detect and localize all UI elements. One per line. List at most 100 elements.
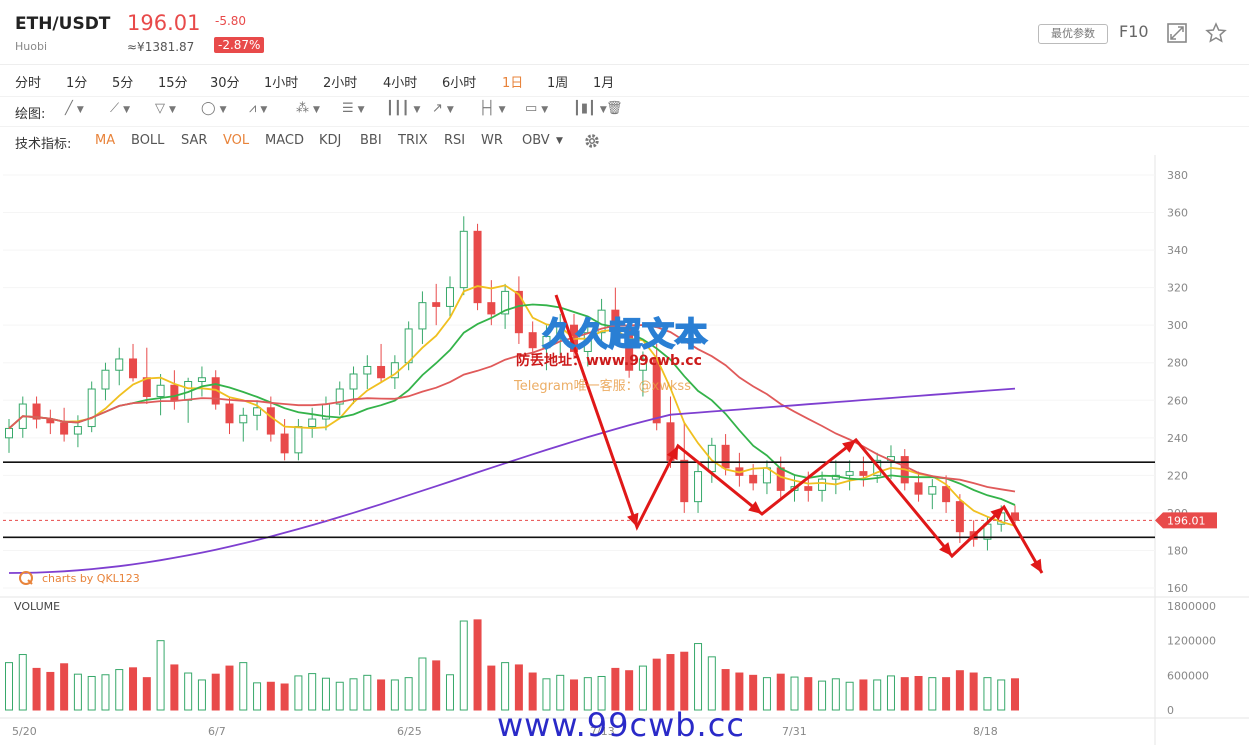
candle-body [73, 426, 82, 435]
volume-bar [900, 677, 909, 711]
candle-body [253, 407, 262, 416]
comment-tool-icon[interactable]: ▭ ▼ [525, 101, 555, 121]
f10-button[interactable]: F10 [1119, 22, 1149, 41]
indicator-trix[interactable]: TRIX [398, 133, 428, 148]
header-bar: ETH/USDT Huobi 196.01 ≈¥1381.87 -5.80 -2… [0, 0, 1249, 65]
volume-bar [253, 682, 262, 711]
indicator-boll[interactable]: BOLL [131, 133, 164, 148]
volume-bar [87, 675, 96, 711]
pair-title[interactable]: ETH/USDT [15, 14, 110, 34]
period-1[interactable]: 1分 [66, 72, 87, 91]
period-3[interactable]: 15分 [158, 72, 188, 91]
volume-bar [721, 669, 730, 711]
candle-body [294, 426, 303, 454]
period-2[interactable]: 5分 [112, 72, 133, 91]
volume-bar [156, 640, 165, 711]
volume-bar [514, 664, 523, 711]
volume-bar [625, 670, 634, 711]
period-11[interactable]: 1月 [593, 72, 614, 91]
candle-body [694, 471, 703, 503]
candle-body [349, 373, 358, 390]
period-10[interactable]: 1周 [547, 72, 568, 91]
trash-icon[interactable]: 🗑 [606, 101, 636, 121]
indicator-rsi[interactable]: RSI [444, 133, 465, 148]
volume-bar [170, 664, 179, 711]
star-icon[interactable] [1205, 22, 1227, 44]
candle-body [101, 369, 110, 390]
fib-tool-icon[interactable]: ☰ ▼ [342, 101, 372, 121]
expand-icon[interactable] [1166, 22, 1188, 44]
volume-bar [308, 673, 317, 711]
period-7[interactable]: 4小时 [383, 72, 417, 91]
ray-tool-icon[interactable]: ⟋ ▼ [110, 101, 140, 121]
candle-body [115, 358, 124, 371]
candle-body [680, 459, 689, 503]
volume-bar [390, 679, 399, 711]
volume-bar [652, 658, 661, 711]
candle-body [804, 486, 813, 491]
node-tool-icon[interactable]: ⁂ ▼ [296, 101, 326, 121]
price-change-pct: -2.87% [214, 37, 265, 53]
price-tick-label: 260 [1167, 394, 1188, 407]
period-4[interactable]: 30分 [210, 72, 240, 91]
candle-body [142, 377, 151, 398]
volume-bar [501, 662, 510, 711]
volume-bar [46, 671, 55, 711]
indicator-kdj[interactable]: KDJ [319, 133, 341, 148]
kline-chart[interactable]: 3803603403203002802602402202001801601800… [0, 155, 1249, 750]
volume-bar [101, 674, 110, 711]
volume-bar [680, 651, 689, 711]
volume-bar [762, 677, 771, 711]
volume-tick-label: 0 [1167, 704, 1174, 717]
volume-bar [528, 672, 537, 711]
volume-bar [225, 665, 234, 711]
indicator-ma[interactable]: MA [95, 133, 115, 148]
period-8[interactable]: 6小时 [442, 72, 476, 91]
price-tick-label: 340 [1167, 244, 1188, 257]
period-5[interactable]: 1小时 [264, 72, 298, 91]
last-price: 196.01 [127, 11, 201, 35]
channel-tool-icon[interactable]: ┃┃┃ ▼ [386, 101, 420, 121]
candle-body [156, 384, 165, 398]
volume-bar [818, 680, 827, 711]
candle-body [363, 365, 372, 375]
volume-bar [266, 681, 275, 711]
candle-body [459, 230, 468, 289]
shape-tool-icon[interactable]: ◯ ▼ [201, 101, 231, 121]
indicator-bbi[interactable]: BBI [360, 133, 382, 148]
indicator-macd[interactable]: MACD [265, 133, 304, 148]
volume-bar [115, 669, 124, 711]
angle-tool-icon[interactable]: ▽ ▼ [155, 101, 185, 121]
measure-tool-icon[interactable]: ├┤ ▼ [479, 101, 509, 121]
arrow-tool-icon[interactable]: ↗ ▼ [432, 101, 462, 121]
best-params-button[interactable]: 最优参数 [1038, 24, 1108, 44]
indicator-wr[interactable]: WR [481, 133, 503, 148]
exchange-name: Huobi [15, 40, 48, 53]
indicator-more-caret-icon[interactable]: ▼ [556, 136, 563, 146]
candle-tool-icon[interactable]: ┃▮┃ ▼ [573, 101, 607, 121]
candle-body [859, 471, 868, 476]
candle-body [928, 486, 937, 495]
date-tick-label: 6/7 [208, 725, 226, 738]
period-0[interactable]: 分时 [15, 72, 41, 91]
indicator-vol[interactable]: VOL [223, 133, 249, 148]
candle-body [197, 377, 206, 382]
period-6[interactable]: 2小时 [323, 72, 357, 91]
gear-icon[interactable] [583, 132, 601, 150]
pattern-tool-icon[interactable]: ⩘ ▼ [249, 101, 279, 121]
indicator-obv[interactable]: OBV [522, 133, 550, 148]
volume-bar [707, 656, 716, 711]
line-tool-icon[interactable]: ╱ ▼ [65, 101, 95, 121]
volume-bar [735, 672, 744, 711]
period-9[interactable]: 1日 [502, 72, 523, 91]
candle-body [280, 433, 289, 454]
volume-bar [459, 620, 468, 711]
volume-bar [873, 679, 882, 711]
indicator-sar[interactable]: SAR [181, 133, 207, 148]
date-tick-label: 8/18 [973, 725, 998, 738]
candle-body [473, 230, 482, 304]
candle-body [528, 332, 537, 349]
price-tick-label: 240 [1167, 432, 1188, 445]
volume-bar [377, 679, 386, 711]
candle-body [5, 427, 13, 439]
